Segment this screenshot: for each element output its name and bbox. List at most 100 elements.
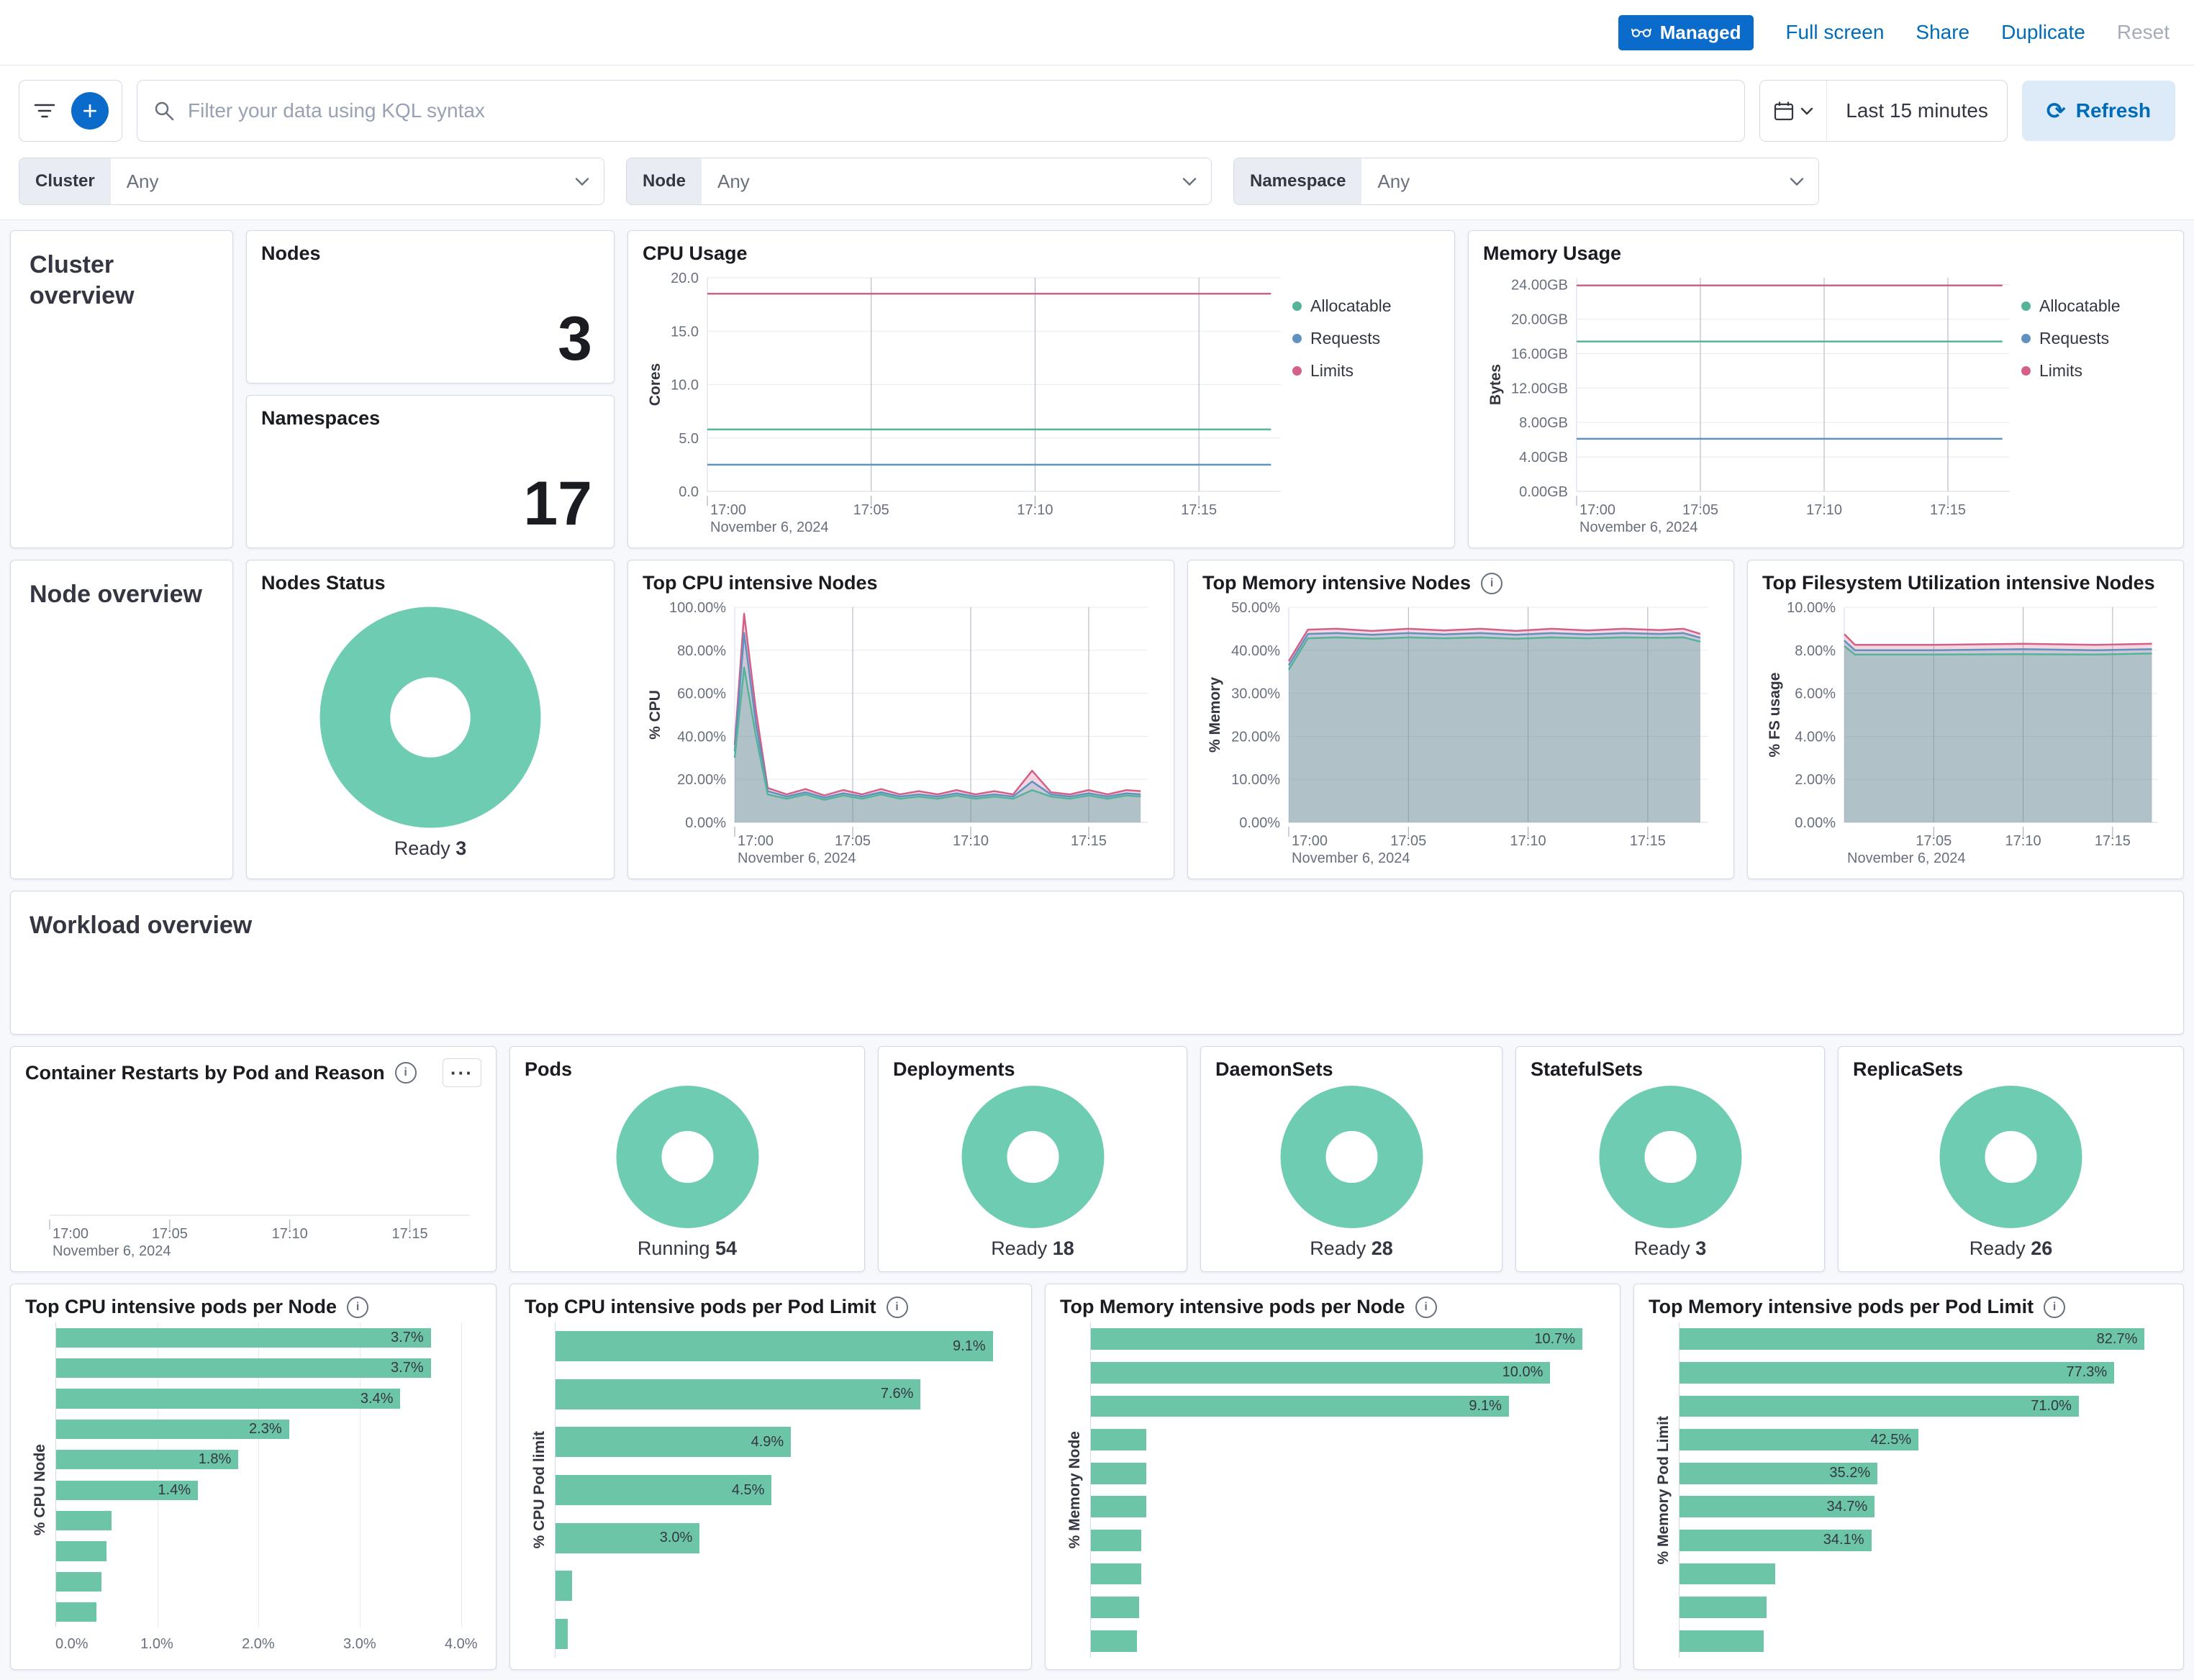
bar[interactable] [1091,1456,1605,1490]
bar[interactable] [1680,1557,2169,1591]
bar[interactable] [1091,1624,1605,1658]
bar[interactable] [1091,1591,1605,1625]
bar[interactable] [1680,1624,2169,1658]
calendar-button[interactable] [1760,81,1827,141]
bar[interactable]: 34.1% [1680,1524,2169,1558]
bar[interactable]: 3.7% [56,1353,481,1383]
info-icon[interactable]: i [395,1062,417,1084]
bar[interactable]: 9.1% [556,1322,1017,1371]
legend-item[interactable]: Limits [1292,361,1440,381]
cpu-usage-legend: Allocatable Requests Limits [1292,269,1440,536]
legend-item[interactable]: Allocatable [1292,296,1440,316]
bar[interactable] [56,1505,481,1535]
legend-label: Requests [2039,329,2109,348]
bar[interactable] [1091,1423,1605,1457]
svg-text:20.00%: 20.00% [1231,729,1280,745]
panel-workload-overview: Workload overview [10,891,2184,1035]
cpu-pods-per-limit-title: Top CPU intensive pods per Pod Limit [525,1296,876,1318]
share-button[interactable]: Share [1916,21,1969,44]
daemonsets-donut[interactable]: Ready 28 [1215,1085,1487,1260]
cluster-filter[interactable]: Cluster Any [19,158,604,205]
bar[interactable]: 3.4% [56,1384,481,1414]
bar[interactable]: 4.5% [556,1466,1017,1515]
bar[interactable] [56,1536,481,1566]
cpu-usage-title: CPU Usage [643,242,748,265]
bar[interactable]: 10.7% [1091,1322,1605,1356]
svg-text:17:10: 17:10 [2005,833,2041,849]
bar[interactable]: 9.1% [1091,1389,1605,1423]
svg-text:2.00%: 2.00% [1795,772,1836,788]
panel-daemonsets: DaemonSets Ready 28 [1200,1046,1502,1272]
panel-cpu-pods-per-limit: Top CPU intensive pods per Pod Limit i %… [509,1284,1032,1670]
bar[interactable]: 71.0% [1680,1389,2169,1423]
legend-item[interactable]: Requests [2021,329,2169,348]
bar[interactable] [1091,1490,1605,1524]
legend-item[interactable]: Allocatable [2021,296,2169,316]
refresh-label: Refresh [2076,99,2151,122]
legend-item[interactable]: Limits [2021,361,2169,381]
bar[interactable] [1091,1524,1605,1558]
managed-badge[interactable]: Managed [1618,15,1754,50]
legend-dot-icon [2021,334,2031,343]
legend-item[interactable]: Requests [1292,329,1440,348]
bar[interactable] [56,1597,481,1627]
nodes-status-donut[interactable]: Ready 3 [261,599,599,867]
time-range-button[interactable]: Last 15 minutes [1827,99,2007,122]
bar[interactable]: 3.7% [56,1322,481,1353]
svg-text:0.00%: 0.00% [685,815,726,831]
bar[interactable]: 1.4% [56,1475,481,1505]
duplicate-button[interactable]: Duplicate [2001,21,2085,44]
donut-ring [319,606,542,829]
svg-text:17:00: 17:00 [710,502,746,518]
replicasets-donut[interactable]: Ready 26 [1853,1085,2169,1260]
bar[interactable]: 3.0% [556,1514,1017,1562]
bar[interactable]: 34.7% [1680,1490,2169,1524]
info-icon[interactable]: i [1415,1297,1437,1318]
filter-icon[interactable] [32,100,57,122]
bar[interactable]: 7.6% [556,1371,1017,1419]
bar[interactable]: 77.3% [1680,1356,2169,1390]
pods-donut[interactable]: Running 54 [525,1085,850,1260]
legend-label: Limits [1310,361,1354,381]
refresh-button[interactable]: ⟳ Refresh [2022,81,2175,141]
glasses-icon [1631,27,1651,38]
panel-options-button[interactable]: ··· [443,1058,481,1087]
bar[interactable] [556,1562,1017,1610]
bar[interactable]: 10.0% [1091,1356,1605,1390]
namespace-filter[interactable]: Namespace Any [1233,158,1819,205]
svg-text:17:10: 17:10 [1806,502,1842,518]
bar[interactable] [1680,1591,2169,1625]
chevron-down-icon [1182,177,1197,186]
node-overview-title: Node overview [25,572,218,610]
statefulsets-donut[interactable]: Ready 3 [1531,1085,1810,1260]
info-icon[interactable]: i [1481,573,1502,594]
managed-label: Managed [1660,22,1741,44]
deployments-donut[interactable]: Ready 18 [893,1085,1172,1260]
bar[interactable]: 42.5% [1680,1423,2169,1457]
reset-button: Reset [2117,21,2170,44]
bar[interactable]: 1.8% [56,1445,481,1475]
full-screen-button[interactable]: Full screen [1785,21,1884,44]
legend-dot-icon [2021,301,2031,311]
legend-label: Limits [2039,361,2082,381]
bar[interactable]: 2.3% [56,1414,481,1444]
info-icon[interactable]: i [2044,1297,2065,1318]
bar[interactable]: 35.2% [1680,1456,2169,1490]
kql-search-input[interactable] [186,99,1728,123]
info-icon[interactable]: i [887,1297,908,1318]
bar[interactable]: 4.9% [556,1418,1017,1466]
info-icon[interactable]: i [347,1297,368,1318]
node-filter[interactable]: Node Any [626,158,1212,205]
bar[interactable] [556,1609,1017,1658]
svg-text:10.00%: 10.00% [1231,772,1280,788]
node-filter-label: Node [627,158,702,204]
namespaces-count-value: 17 [523,473,599,536]
donut-ring [1278,1085,1425,1229]
add-filter-button[interactable]: + [71,92,109,130]
svg-text:8.00GB: 8.00GB [1519,415,1568,431]
svg-text:17:00: 17:00 [738,833,774,849]
bar[interactable] [56,1566,481,1597]
bar[interactable]: 82.7% [1680,1322,2169,1356]
bar[interactable] [1091,1557,1605,1591]
svg-text:10.0: 10.0 [671,378,699,394]
